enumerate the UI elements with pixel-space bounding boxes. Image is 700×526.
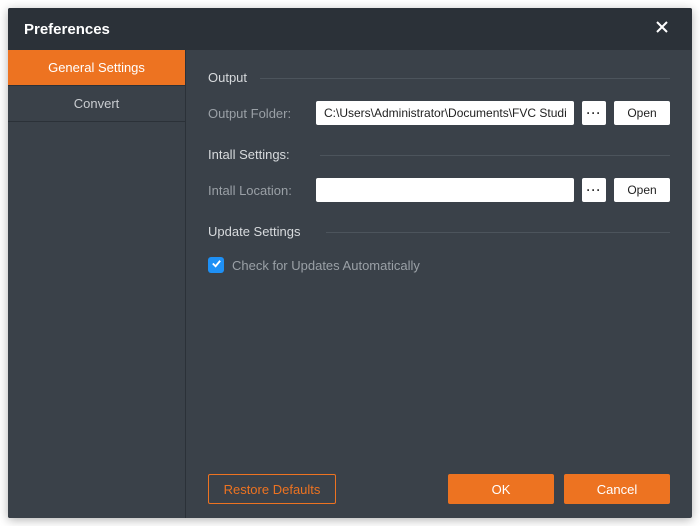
check-icon bbox=[211, 256, 222, 274]
install-location-input[interactable] bbox=[316, 178, 574, 202]
auto-update-checkbox[interactable] bbox=[208, 257, 224, 273]
window-title: Preferences bbox=[24, 21, 110, 38]
window-body: General Settings Convert Output Output F… bbox=[8, 50, 692, 518]
output-section-title: Output bbox=[208, 70, 670, 85]
auto-update-row: Check for Updates Automatically bbox=[208, 257, 670, 273]
cancel-button[interactable]: Cancel bbox=[564, 474, 670, 504]
main-panel: Output Output Folder: ··· Open Intall Se… bbox=[186, 50, 692, 518]
output-folder-open-button[interactable]: Open bbox=[614, 101, 670, 125]
install-location-browse-button[interactable]: ··· bbox=[582, 178, 606, 202]
auto-update-label: Check for Updates Automatically bbox=[232, 258, 420, 273]
spacer bbox=[208, 273, 670, 466]
output-folder-browse-button[interactable]: ··· bbox=[582, 101, 606, 125]
tab-convert[interactable]: Convert bbox=[8, 86, 185, 122]
output-folder-input[interactable] bbox=[316, 101, 574, 125]
sidebar: General Settings Convert bbox=[8, 50, 186, 518]
ellipsis-icon: ··· bbox=[587, 183, 602, 197]
ok-button[interactable]: OK bbox=[448, 474, 554, 504]
output-folder-row: Output Folder: ··· Open bbox=[208, 101, 670, 125]
restore-defaults-button[interactable]: Restore Defaults bbox=[208, 474, 336, 504]
update-section-title: Update Settings bbox=[208, 224, 670, 239]
titlebar: Preferences bbox=[8, 8, 692, 50]
install-section-title: Intall Settings: bbox=[208, 147, 670, 162]
footer: Restore Defaults OK Cancel bbox=[208, 474, 670, 504]
install-location-row: Intall Location: ··· Open bbox=[208, 178, 670, 202]
close-icon bbox=[655, 20, 669, 39]
preferences-window: Preferences General Settings Convert Out… bbox=[8, 8, 692, 518]
tab-general-settings[interactable]: General Settings bbox=[8, 50, 185, 86]
close-button[interactable] bbox=[648, 15, 676, 43]
output-folder-label: Output Folder: bbox=[208, 106, 308, 121]
tab-label: General Settings bbox=[48, 60, 145, 75]
ellipsis-icon: ··· bbox=[587, 106, 602, 120]
install-location-open-button[interactable]: Open bbox=[614, 178, 670, 202]
tab-label: Convert bbox=[74, 96, 120, 111]
install-location-label: Intall Location: bbox=[208, 183, 308, 198]
